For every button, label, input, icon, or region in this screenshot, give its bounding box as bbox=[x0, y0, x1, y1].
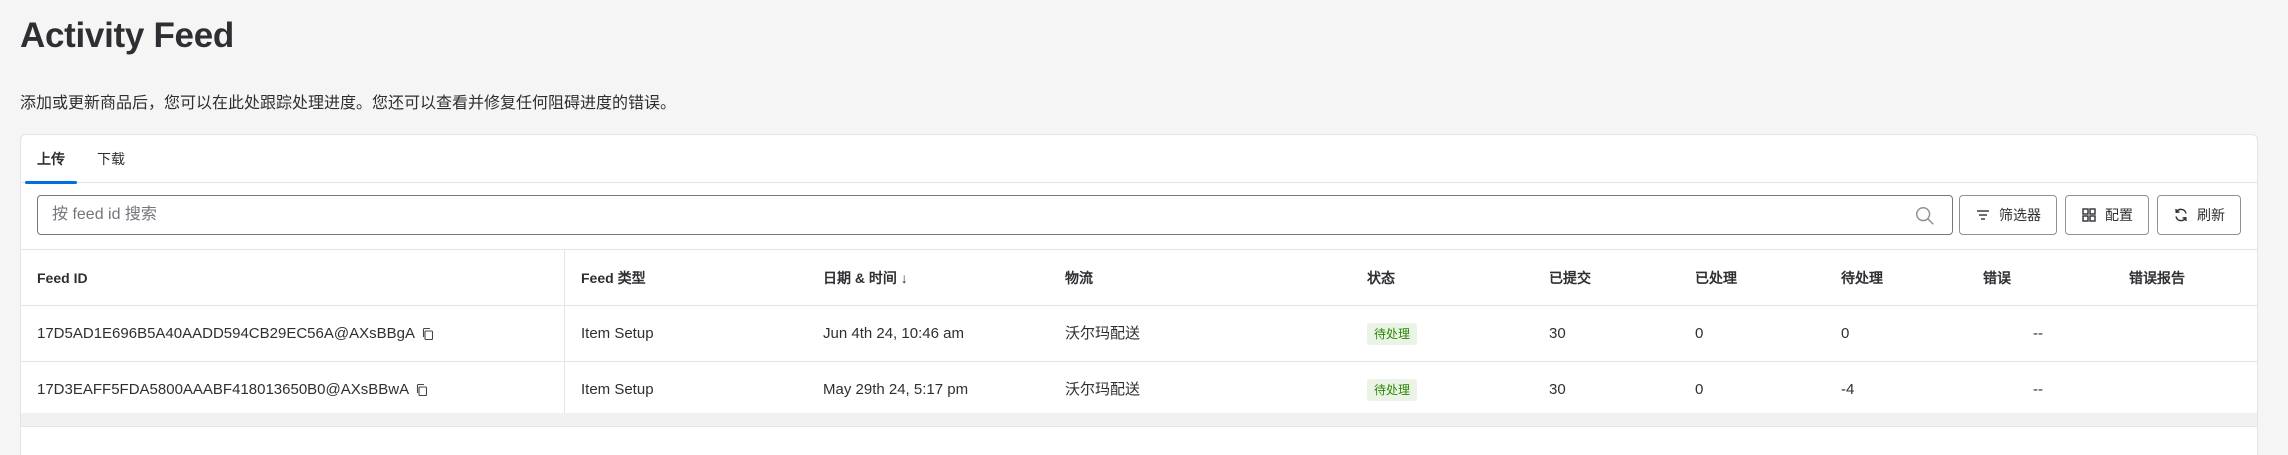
cell-processed: 0 bbox=[1695, 381, 1704, 398]
table-row: 17D3EAFF5FDA5800AAABF418013650B0@AXsBBwA… bbox=[21, 362, 2257, 418]
cell-feed-type: Item Setup bbox=[581, 381, 654, 398]
cell-datetime: Jun 4th 24, 10:46 am bbox=[823, 325, 964, 342]
refresh-button[interactable]: 刷新 bbox=[2157, 195, 2241, 235]
cell-status: 待处理 bbox=[1367, 306, 1418, 362]
feed-card: 上传 下载 筛选器 配置 bbox=[20, 134, 2258, 455]
header-feed-id: Feed ID bbox=[37, 270, 88, 286]
config-button-label: 配置 bbox=[2105, 207, 2133, 223]
feed-table: Feed ID Feed 类型 日期 & 时间 ↓ 物流 状态 已提交 已处理 … bbox=[21, 249, 2257, 419]
activity-feed-page: Activity Feed 添加或更新商品后，您可以在此处跟踪处理进度。您还可以… bbox=[0, 0, 2288, 455]
cell-errors: -- bbox=[2033, 325, 2043, 342]
search-icon[interactable] bbox=[1914, 205, 1936, 227]
header-error-report: 错误报告 bbox=[2129, 270, 2185, 286]
header-datetime[interactable]: 日期 & 时间 ↓ bbox=[823, 250, 908, 306]
page-subtitle: 添加或更新商品后，您可以在此处跟踪处理进度。您还可以查看并修复任何阻碍进度的错误… bbox=[20, 95, 677, 112]
table-row: 17D5AD1E696B5A40AADD594CB29EC56A@AXsBBgA… bbox=[21, 306, 2257, 362]
cell-datetime: May 29th 24, 5:17 pm bbox=[823, 381, 969, 398]
config-button[interactable]: 配置 bbox=[2065, 195, 2149, 235]
copy-icon[interactable] bbox=[421, 327, 435, 341]
filter-icon bbox=[1977, 210, 1989, 220]
cell-status: 待处理 bbox=[1367, 362, 1418, 418]
feed-id-text: 17D5AD1E696B5A40AADD594CB29EC56A@AXsBBgA bbox=[37, 325, 415, 342]
search-box bbox=[37, 195, 1953, 235]
filter-button[interactable]: 筛选器 bbox=[1959, 195, 2057, 235]
header-pending: 待处理 bbox=[1841, 270, 1883, 286]
header-submitted: 已提交 bbox=[1549, 270, 1591, 286]
table-footer bbox=[21, 413, 2257, 427]
status-badge: 待处理 bbox=[1367, 323, 1418, 346]
tab-bar: 上传 下载 bbox=[21, 135, 2257, 184]
search-input[interactable] bbox=[38, 196, 1898, 234]
cell-feed-id: 17D3EAFF5FDA5800AAABF418013650B0@AXsBBwA bbox=[37, 362, 429, 418]
copy-icon[interactable] bbox=[415, 383, 429, 397]
feed-id-text: 17D3EAFF5FDA5800AAABF418013650B0@AXsBBwA bbox=[37, 381, 410, 398]
cell-pending: 0 bbox=[1841, 325, 1850, 342]
tab-upload[interactable]: 上传 bbox=[25, 135, 77, 184]
cell-feed-id: 17D5AD1E696B5A40AADD594CB29EC56A@AXsBBgA bbox=[37, 306, 435, 362]
header-logistics: 物流 bbox=[1065, 270, 1093, 286]
refresh-icon bbox=[2175, 208, 2187, 222]
refresh-button-label: 刷新 bbox=[2197, 207, 2225, 223]
header-processed: 已处理 bbox=[1695, 270, 1737, 286]
header-status: 状态 bbox=[1367, 270, 1395, 286]
cell-errors: -- bbox=[2033, 381, 2043, 398]
header-errors: 错误 bbox=[1983, 270, 2011, 286]
grid-icon bbox=[2082, 208, 2096, 222]
status-badge: 待处理 bbox=[1367, 379, 1418, 402]
cell-logistics: 沃尔玛配送 bbox=[1065, 325, 1141, 342]
cell-pending: -4 bbox=[1841, 381, 1855, 398]
tab-download[interactable]: 下载 bbox=[91, 135, 131, 183]
cell-feed-type: Item Setup bbox=[581, 325, 654, 342]
cell-submitted: 30 bbox=[1549, 381, 1566, 398]
table-header: Feed ID Feed 类型 日期 & 时间 ↓ 物流 状态 已提交 已处理 … bbox=[21, 249, 2257, 306]
cell-submitted: 30 bbox=[1549, 325, 1566, 342]
filter-button-label: 筛选器 bbox=[1999, 207, 2041, 223]
page-title: Activity Feed bbox=[20, 16, 234, 55]
cell-processed: 0 bbox=[1695, 325, 1704, 342]
cell-logistics: 沃尔玛配送 bbox=[1065, 381, 1141, 398]
header-feed-type: Feed 类型 bbox=[581, 270, 646, 286]
